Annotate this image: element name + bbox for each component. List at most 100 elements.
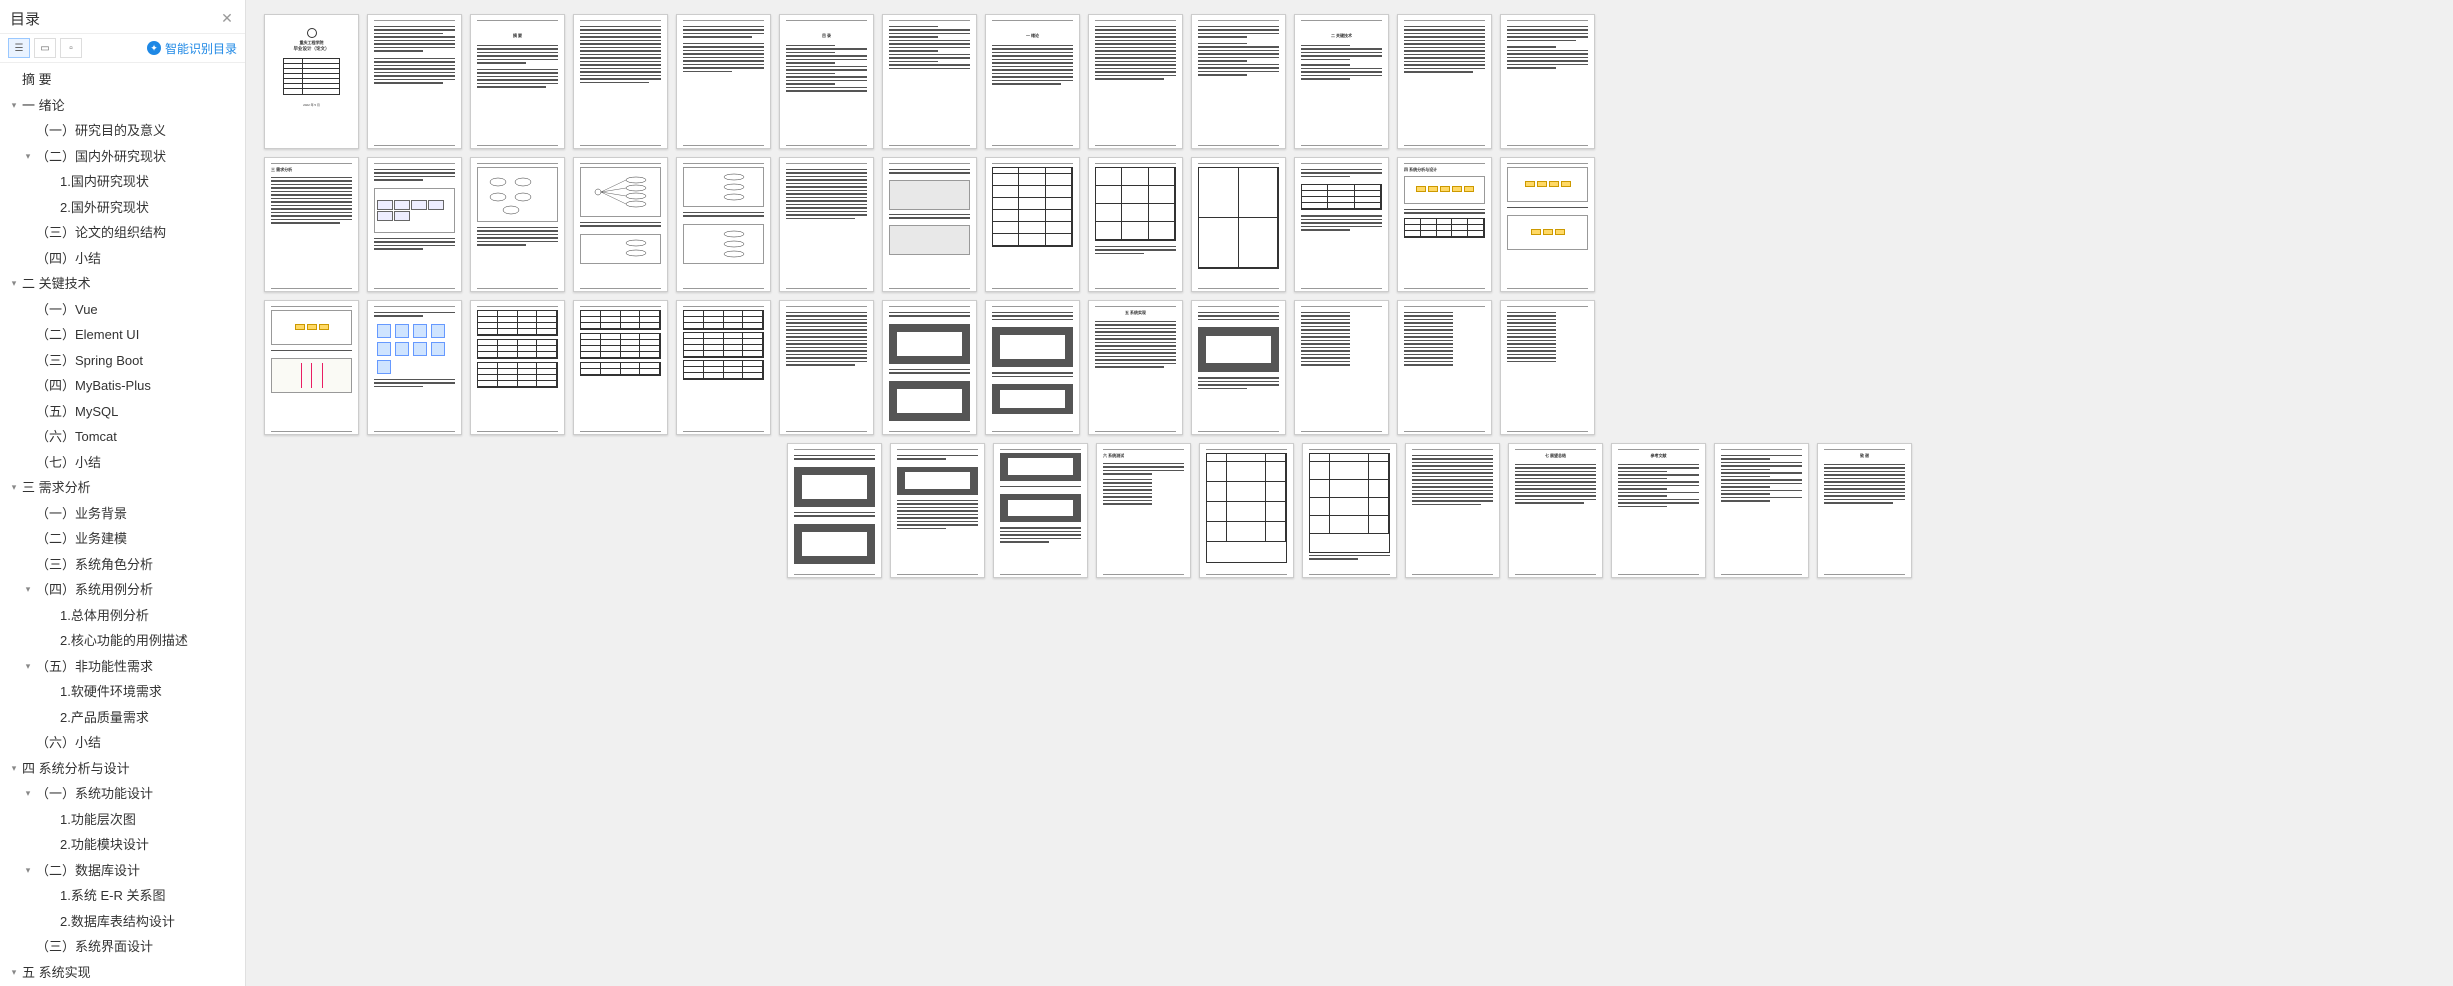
page-thumbnail[interactable] xyxy=(676,14,771,149)
toc-item[interactable]: （五）MySQL xyxy=(0,399,245,425)
chevron-down-icon[interactable]: ▾ xyxy=(8,277,20,291)
page-thumbnail[interactable]: 五 系统实现 xyxy=(1088,300,1183,435)
toc-item[interactable]: ▾（一）系统功能设计 xyxy=(0,781,245,807)
page-thumbnail[interactable] xyxy=(1302,443,1397,578)
toolbar-collapse-icon[interactable]: ▫ xyxy=(60,38,82,58)
page-thumbnail[interactable] xyxy=(367,14,462,149)
toc-item[interactable]: （三）论文的组织结构 xyxy=(0,220,245,246)
page-thumbnail[interactable] xyxy=(890,443,985,578)
page-thumbnail[interactable] xyxy=(367,157,462,292)
toolbar-list-icon[interactable]: ☰ xyxy=(8,38,30,58)
chevron-down-icon[interactable]: ▾ xyxy=(22,864,34,878)
chevron-down-icon[interactable]: ▾ xyxy=(8,481,20,495)
page-thumbnail[interactable] xyxy=(882,14,977,149)
page-thumbnail[interactable] xyxy=(882,300,977,435)
toc-item[interactable]: （七）小结 xyxy=(0,450,245,476)
page-thumbnail[interactable]: 摘 要 xyxy=(470,14,565,149)
page-thumbnail[interactable] xyxy=(470,300,565,435)
toc-item[interactable]: （六）Tomcat xyxy=(0,424,245,450)
chevron-down-icon[interactable]: ▾ xyxy=(22,583,34,597)
page-thumbnail[interactable] xyxy=(470,157,565,292)
page-thumbnail[interactable]: 重庆工程学院 毕业设计（论文） 2022 年 5 月 xyxy=(264,14,359,149)
toc-item[interactable]: 2.核心功能的用例描述 xyxy=(0,628,245,654)
page-thumbnail[interactable] xyxy=(1500,14,1595,149)
toc-item[interactable]: 1.功能层次图 xyxy=(0,807,245,833)
toc-item[interactable]: 2.数据库表结构设计 xyxy=(0,909,245,935)
toc-item[interactable]: 1.总体用例分析 xyxy=(0,603,245,629)
page-thumbnail[interactable] xyxy=(882,157,977,292)
toc-item[interactable]: 2.产品质量需求 xyxy=(0,705,245,731)
toc-item[interactable]: （四）MyBatis-Plus xyxy=(0,373,245,399)
page-thumbnail[interactable]: 参考文献 xyxy=(1611,443,1706,578)
toc-item[interactable]: （二）业务建模 xyxy=(0,526,245,552)
close-icon[interactable]: ✕ xyxy=(219,11,235,27)
toc-item[interactable]: ▾四 系统分析与设计 xyxy=(0,756,245,782)
page-thumbnail[interactable] xyxy=(1405,443,1500,578)
toolbar-expand-icon[interactable]: ▭ xyxy=(34,38,56,58)
page-thumbnail[interactable] xyxy=(676,300,771,435)
page-thumbnail[interactable]: 七 展望总结 xyxy=(1508,443,1603,578)
page-thumbnail[interactable] xyxy=(787,443,882,578)
chevron-down-icon[interactable]: ▾ xyxy=(8,99,20,113)
chevron-down-icon[interactable]: ▾ xyxy=(22,150,34,164)
page-thumbnail[interactable] xyxy=(676,157,771,292)
toc-item[interactable]: 1.软硬件环境需求 xyxy=(0,679,245,705)
toc-item[interactable]: ▾三 需求分析 xyxy=(0,475,245,501)
page-thumbnail[interactable] xyxy=(1191,157,1286,292)
page-thumbnail[interactable] xyxy=(1500,300,1595,435)
toc-item[interactable]: ▾一 绪论 xyxy=(0,93,245,119)
toc-item[interactable]: ▾二 关键技术 xyxy=(0,271,245,297)
page-thumbnail[interactable]: 一 绪论 xyxy=(985,14,1080,149)
chevron-down-icon[interactable]: ▾ xyxy=(8,966,20,980)
chevron-down-icon[interactable]: ▾ xyxy=(8,762,20,776)
page-thumbnail[interactable] xyxy=(1397,14,1492,149)
toc-item[interactable]: 摘 要 xyxy=(0,67,245,93)
page-thumbnail[interactable] xyxy=(985,157,1080,292)
page-thumbnail[interactable]: 目 录 xyxy=(779,14,874,149)
page-thumbnail[interactable] xyxy=(779,300,874,435)
toc-item[interactable]: 1.国内研究现状 xyxy=(0,169,245,195)
toc-item[interactable]: （四）小结 xyxy=(0,246,245,272)
toc-item[interactable]: ▾五 系统实现 xyxy=(0,960,245,986)
page-thumbnail[interactable] xyxy=(1500,157,1595,292)
page-thumbnail[interactable] xyxy=(1397,300,1492,435)
page-thumbnail[interactable] xyxy=(1191,300,1286,435)
page-thumbnail[interactable] xyxy=(1714,443,1809,578)
page-thumbnail[interactable] xyxy=(993,443,1088,578)
toc-item[interactable]: ▾（二）国内外研究现状 xyxy=(0,144,245,170)
page-thumbnail[interactable]: 六 系统测试 xyxy=(1096,443,1191,578)
page-thumbnail[interactable] xyxy=(1191,14,1286,149)
toc-item[interactable]: （三）Spring Boot xyxy=(0,348,245,374)
page-thumbnail[interactable] xyxy=(1294,300,1389,435)
toc-item[interactable]: ▾（四）系统用例分析 xyxy=(0,577,245,603)
toc-item[interactable]: （一）业务背景 xyxy=(0,501,245,527)
toc-item[interactable]: 2.国外研究现状 xyxy=(0,195,245,221)
page-thumbnail[interactable] xyxy=(573,14,668,149)
toc-item[interactable]: （一）研究目的及意义 xyxy=(0,118,245,144)
toc-item[interactable]: （三）系统界面设计 xyxy=(0,934,245,960)
toc-item[interactable]: 1.系统 E-R 关系图 xyxy=(0,883,245,909)
toc-item[interactable]: （三）系统角色分析 xyxy=(0,552,245,578)
page-thumbnail[interactable] xyxy=(264,300,359,435)
page-thumbnail[interactable] xyxy=(1294,157,1389,292)
page-thumbnail[interactable] xyxy=(573,157,668,292)
toc-item[interactable]: ▾（五）非功能性需求 xyxy=(0,654,245,680)
page-thumbnail[interactable] xyxy=(1199,443,1294,578)
toc-item[interactable]: （六）小结 xyxy=(0,730,245,756)
toc-item[interactable]: （二）Element UI xyxy=(0,322,245,348)
page-thumbnail[interactable] xyxy=(573,300,668,435)
page-thumbnail[interactable]: 二 关键技术 xyxy=(1294,14,1389,149)
smart-recognize-button[interactable]: ✦ 智能识别目录 xyxy=(147,40,237,57)
chevron-down-icon[interactable]: ▾ xyxy=(22,660,34,674)
page-thumbnail[interactable] xyxy=(1088,14,1183,149)
chevron-down-icon[interactable]: ▾ xyxy=(22,787,34,801)
toc-item[interactable]: （一）Vue xyxy=(0,297,245,323)
page-thumbnail[interactable]: 三 需求分析 xyxy=(264,157,359,292)
page-thumbnail[interactable] xyxy=(1088,157,1183,292)
toc-item[interactable]: ▾（二）数据库设计 xyxy=(0,858,245,884)
page-thumbnail[interactable] xyxy=(367,300,462,435)
page-thumbnail[interactable]: 四 系统分析与设计 xyxy=(1397,157,1492,292)
thumbnail-viewport[interactable]: 重庆工程学院 毕业设计（论文） 2022 年 5 月 摘 要 目 录 xyxy=(246,0,2453,986)
page-thumbnail[interactable] xyxy=(985,300,1080,435)
toc-item[interactable]: 2.功能模块设计 xyxy=(0,832,245,858)
